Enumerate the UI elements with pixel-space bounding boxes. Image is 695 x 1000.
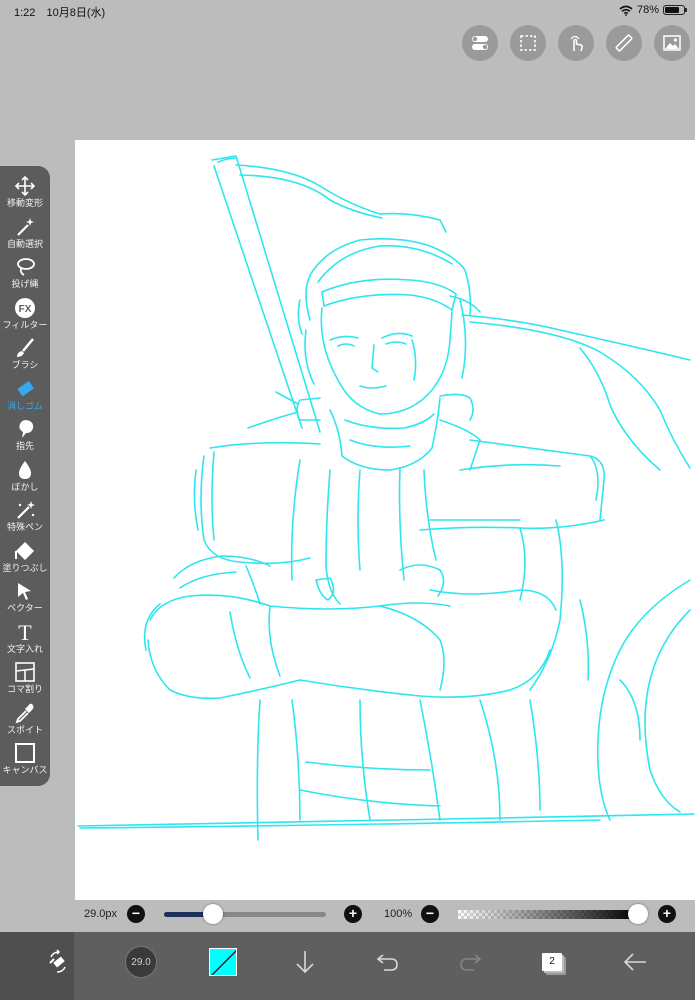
image-icon	[663, 35, 681, 51]
tool-label: フィルター	[2, 319, 48, 330]
tool-vector[interactable]: ベクター	[0, 579, 50, 620]
tool-label: 指先	[15, 441, 34, 451]
plus-icon: +	[662, 905, 672, 921]
drawing-canvas[interactable]	[75, 140, 695, 900]
fill-icon	[13, 539, 37, 563]
eyedropper-icon	[13, 701, 37, 725]
text-icon: T	[13, 620, 37, 644]
brush-size-label: 29.0px	[84, 908, 118, 920]
tool-blur[interactable]: ぼかし	[0, 458, 50, 499]
tool-label: 塗りつぶし	[2, 562, 48, 573]
tool-label: 文字入れ	[6, 643, 43, 654]
ruler-icon	[615, 34, 633, 52]
download-button[interactable]	[285, 942, 325, 982]
tool-fill[interactable]: 塗りつぶし	[0, 539, 50, 580]
bottom-toolbar: 29.0 2	[0, 932, 695, 1000]
battery-percent: 78%	[636, 4, 659, 16]
canvas-icon	[13, 741, 37, 765]
swap-tool-icon	[49, 949, 66, 973]
opacity-slider[interactable]	[458, 904, 648, 924]
undo-icon	[376, 954, 398, 971]
opacity-knob[interactable]	[628, 904, 648, 924]
color-button[interactable]	[203, 942, 243, 982]
special-pen-icon	[13, 498, 37, 522]
move-icon	[13, 174, 37, 198]
gesture-icon	[570, 35, 583, 52]
status-bar: 1:22 10月8日(水) 78%	[0, 0, 695, 22]
battery-icon	[663, 5, 687, 15]
tool-label: キャンバス	[2, 765, 48, 775]
selection-button[interactable]	[510, 25, 546, 61]
minus-icon: −	[131, 905, 141, 921]
tool-label: スポイト	[6, 724, 43, 735]
magic-wand-icon	[13, 215, 37, 239]
tool-label: コマ割り	[6, 684, 43, 694]
tool-fx[interactable]: FX フィルター	[0, 296, 50, 337]
opacity-label: 100%	[384, 908, 413, 920]
tool-smudge[interactable]: 指先	[0, 417, 50, 458]
lasso-icon	[13, 255, 37, 279]
smudge-icon	[13, 417, 37, 441]
tool-eraser[interactable]: 消しゴム	[0, 377, 50, 418]
blur-icon	[13, 458, 37, 482]
svg-text:FX: FX	[19, 304, 32, 315]
brush-size-slider[interactable]	[164, 904, 326, 924]
brush-icon	[13, 336, 37, 360]
toggle-icon	[472, 36, 488, 50]
tool-label: 特殊ペン	[6, 522, 43, 532]
eraser-icon	[13, 377, 37, 401]
tool-lasso[interactable]: 投げ縄	[0, 255, 50, 296]
tool-move[interactable]: 移動変形	[0, 174, 50, 215]
tool-label: ぼかし	[11, 481, 39, 492]
brush-slider-row: 29.0px − + 100% − +	[0, 900, 695, 930]
tool-special-pen[interactable]: 特殊ペン	[0, 498, 50, 539]
current-color-swatch	[209, 948, 237, 976]
opacity-minus-button[interactable]: −	[421, 905, 439, 923]
tool-label: ベクター	[7, 603, 43, 613]
arrow-left-icon	[623, 953, 646, 971]
minus-icon: −	[425, 905, 435, 921]
status-time: 1:22	[14, 7, 36, 19]
opacity-plus-button[interactable]: +	[658, 905, 676, 923]
fx-icon: FX	[13, 296, 37, 320]
tool-label: 消しゴム	[6, 400, 43, 411]
back-button[interactable]	[615, 942, 655, 982]
frame-divider-icon	[13, 660, 37, 684]
top-toolbar	[462, 25, 690, 61]
undo-button[interactable]	[368, 942, 408, 982]
redo-button[interactable]	[450, 942, 490, 982]
brush-preview-button[interactable]: 29.0	[121, 942, 161, 982]
tool-canvas[interactable]: キャンバス	[0, 741, 50, 782]
redo-icon	[460, 954, 482, 971]
tool-label: 移動変形	[6, 198, 43, 208]
tool-text[interactable]: T 文字入れ	[0, 620, 50, 661]
status-date: 10月8日(水)	[46, 7, 106, 19]
tool-label: 投げ縄	[11, 279, 39, 289]
tool-label: 自動選択	[6, 238, 43, 249]
tool-label: ブラシ	[11, 360, 39, 370]
swap-tool-button[interactable]	[38, 942, 78, 982]
svg-text:T: T	[18, 621, 32, 643]
brush-size-preview: 29.0	[125, 946, 157, 978]
layer-count-badge: 2	[542, 953, 562, 971]
layers-button[interactable]: 2	[532, 942, 572, 982]
tool-brush[interactable]: ブラシ	[0, 336, 50, 377]
arrow-down-icon	[296, 951, 314, 974]
tool-eyedropper[interactable]: スポイト	[0, 701, 50, 742]
tool-panel: 移動変形自動選択投げ縄 FX フィルターブラシ消しゴム指先ぼかし特殊ペン塗りつぶしベ…	[0, 166, 50, 786]
selection-icon	[520, 35, 536, 51]
toggle-button[interactable]	[462, 25, 498, 61]
image-button[interactable]	[654, 25, 690, 61]
tool-frame-divider[interactable]: コマ割り	[0, 660, 50, 701]
wifi-icon	[619, 5, 633, 16]
sketch-artwork	[77, 155, 695, 841]
size-plus-button[interactable]: +	[344, 905, 362, 923]
plus-icon: +	[348, 905, 358, 921]
size-minus-button[interactable]: −	[127, 905, 145, 923]
brush-size-knob[interactable]	[202, 904, 223, 924]
ruler-button[interactable]	[606, 25, 642, 61]
vector-icon	[13, 579, 37, 603]
gesture-button[interactable]	[558, 25, 594, 61]
tool-magic-wand[interactable]: 自動選択	[0, 215, 50, 256]
